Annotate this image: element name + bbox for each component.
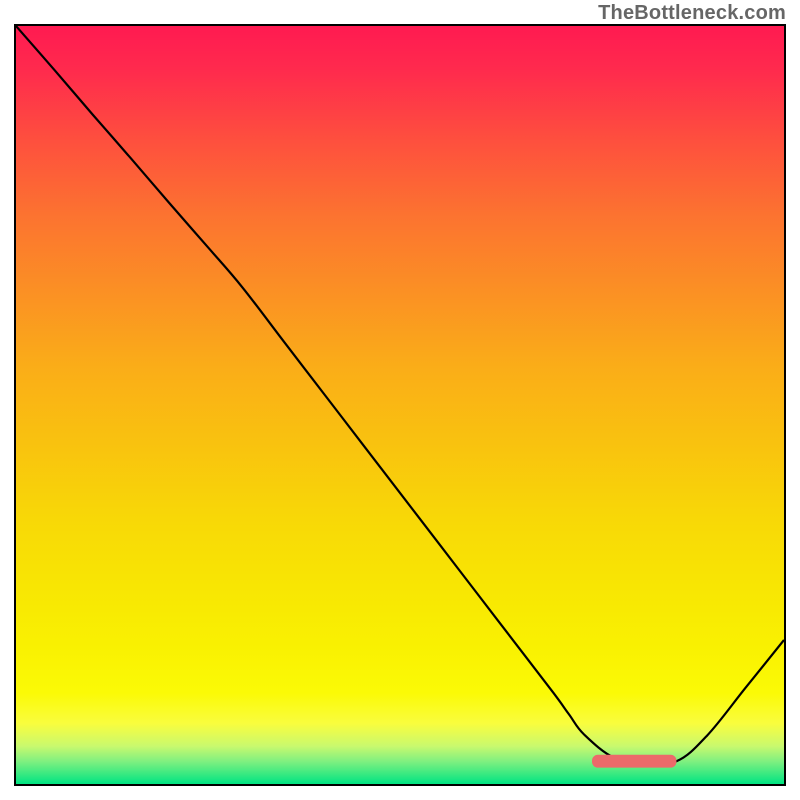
chart-svg bbox=[16, 26, 784, 784]
optimal-marker bbox=[592, 755, 676, 768]
gradient-backdrop bbox=[16, 26, 784, 784]
attribution-label: TheBottleneck.com bbox=[598, 2, 786, 25]
plot-area bbox=[14, 24, 786, 786]
